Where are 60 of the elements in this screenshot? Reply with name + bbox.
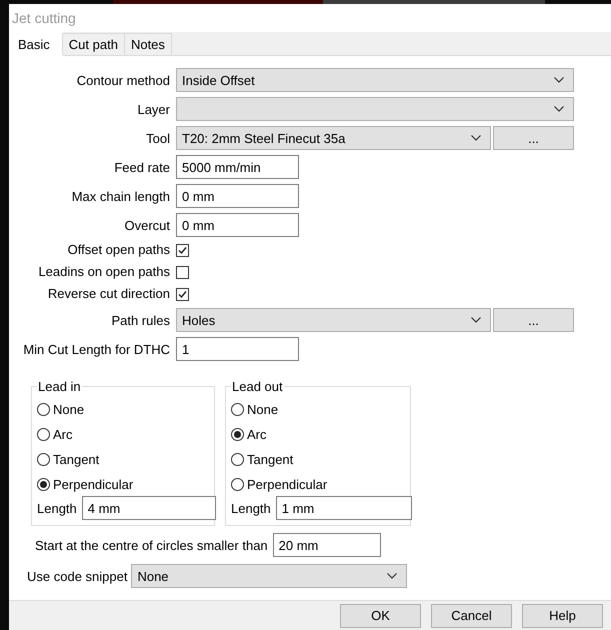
dropdown[interactable]: None [131,564,408,588]
field-label: Leadins on open paths [38,264,170,281]
input-field[interactable]: 1 [176,337,299,361]
field-label: Offset open paths [68,242,170,259]
input-field[interactable]: 5000 mm/min [176,155,299,179]
checkbox[interactable] [176,266,189,279]
field-label: Length [231,500,271,516]
field-label: Start at the centre of circles smaller than [35,538,268,552]
field-label: Max chain length [72,188,170,204]
chevron-down-icon [554,106,564,112]
dropdown[interactable]: Inside Offset [176,68,574,92]
radio-label: Perpendicular [247,477,328,492]
dialog-button[interactable]: OK [340,604,421,628]
chevron-down-icon [387,573,398,579]
dropdown[interactable]: Holes [176,308,491,332]
radio-label: Perpendicular [53,477,134,492]
input-field[interactable]: 0 mm [176,213,299,237]
dropdown[interactable]: T20: 2mm Steel Finecut 35a [176,126,491,150]
tab[interactable]: Basic [9,32,63,56]
input-field[interactable]: 1 mm [276,496,412,520]
chevron-down-icon [471,135,481,141]
input-field[interactable]: 4 mm [82,496,216,520]
input-field[interactable]: 0 mm [176,184,299,208]
group-title: Lead in [37,379,82,394]
radio-label: Tangent [53,452,100,467]
field-label: Path rules [111,312,170,328]
field-label: Min Cut Length for DTHC [23,342,170,356]
dialog-button[interactable]: Help [522,604,603,628]
tab[interactable]: Cut path [62,33,125,55]
radio-button[interactable] [231,403,244,416]
radio-button[interactable] [37,403,50,416]
radio-label: None [247,402,278,417]
dialog-button[interactable]: Cancel [431,604,512,628]
radio-button[interactable] [231,478,244,491]
field-label: Layer [137,102,170,116]
radio-button[interactable] [37,428,50,441]
field-label: Tool [146,130,170,146]
radio-button[interactable] [37,453,50,466]
field-label: Overcut [124,218,170,232]
input-field[interactable]: 20 mm [272,533,381,557]
browse-button[interactable]: ... [493,126,574,150]
field-label: Length [37,500,77,516]
field-label: Feed rate [114,160,170,174]
chevron-down-icon [554,77,564,83]
radio-label: Tangent [247,452,294,467]
radio-label: None [53,402,84,417]
radio-button[interactable] [231,453,244,466]
radio-label: Arc [247,427,266,442]
browse-button[interactable]: ... [493,308,574,332]
field-label: Reverse cut direction [48,286,170,303]
radio-label: Arc [53,427,72,442]
checkbox[interactable] [176,288,189,301]
field-label: Contour method [76,72,170,88]
chevron-down-icon [471,317,481,323]
checkbox[interactable] [176,244,189,257]
radio-button[interactable] [37,478,50,491]
tab[interactable]: Notes [124,33,172,55]
radio-button[interactable] [231,428,244,441]
group-title: Lead out [231,379,284,394]
field-label: Use code snippet [27,568,128,584]
